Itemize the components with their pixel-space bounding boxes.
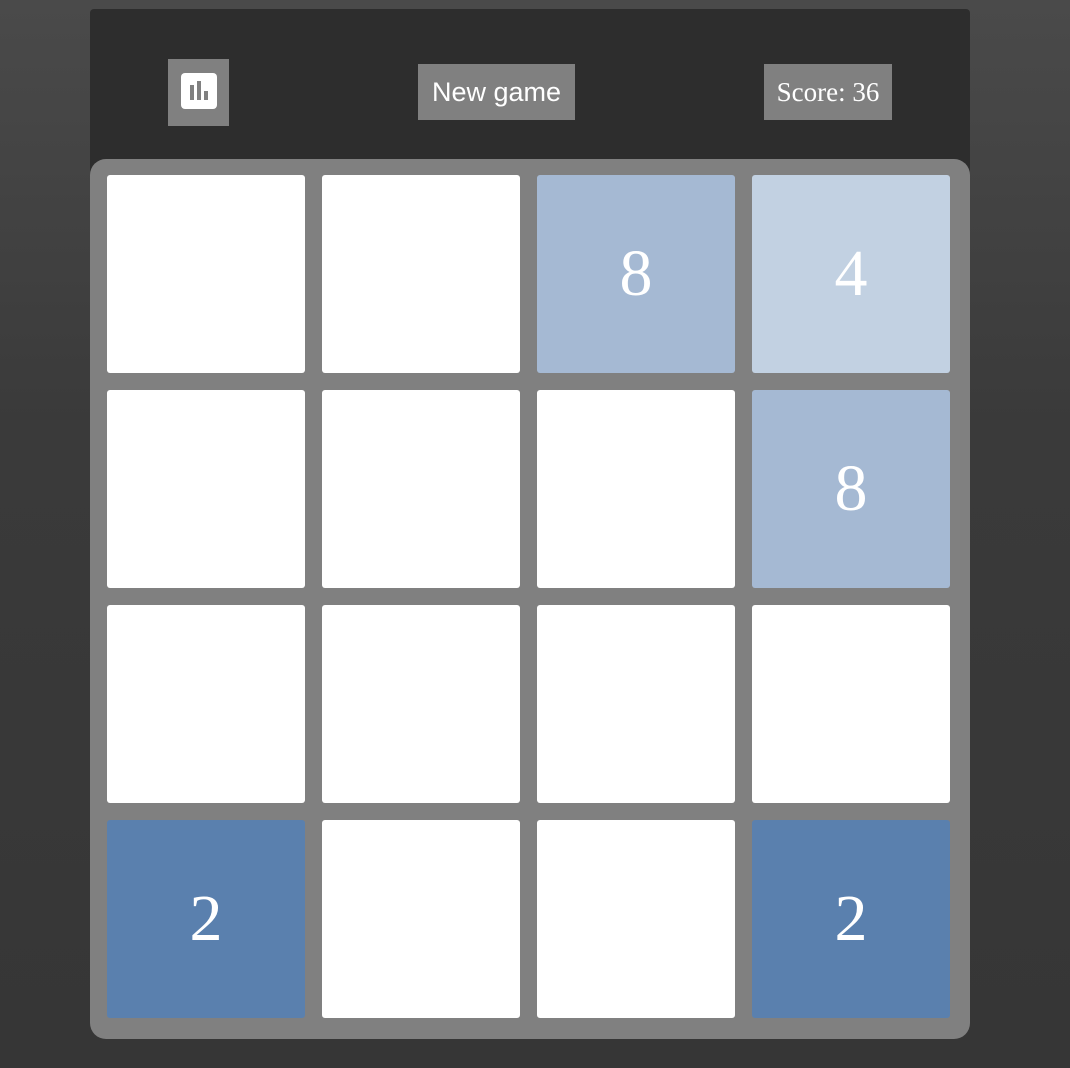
- empty-cell: [107, 390, 305, 588]
- empty-cell: [752, 605, 950, 803]
- new-game-button[interactable]: New game: [418, 64, 575, 120]
- tile-2: 2: [107, 820, 305, 1018]
- empty-cell: [537, 390, 735, 588]
- empty-cell: [107, 605, 305, 803]
- empty-cell: [107, 175, 305, 373]
- empty-cell: [322, 605, 520, 803]
- tile-grid: 848 2 2: [107, 175, 953, 1022]
- tile-4: 4: [752, 175, 950, 373]
- game-board: 848 2 2: [90, 159, 970, 1039]
- tile-8: 8: [537, 175, 735, 373]
- score-display: Score: 36: [764, 64, 892, 120]
- empty-cell: [322, 175, 520, 373]
- game-header: New game Score: 36: [90, 9, 970, 184]
- empty-cell: [322, 390, 520, 588]
- stats-button[interactable]: [168, 59, 229, 126]
- game-container: New game Score: 36 848 2 2: [90, 9, 970, 1039]
- tile-2: 2: [752, 820, 950, 1018]
- bar-chart-icon: [181, 73, 217, 109]
- empty-cell: [537, 820, 735, 1018]
- empty-cell: [322, 820, 520, 1018]
- tile-8: 8: [752, 390, 950, 588]
- empty-cell: [537, 605, 735, 803]
